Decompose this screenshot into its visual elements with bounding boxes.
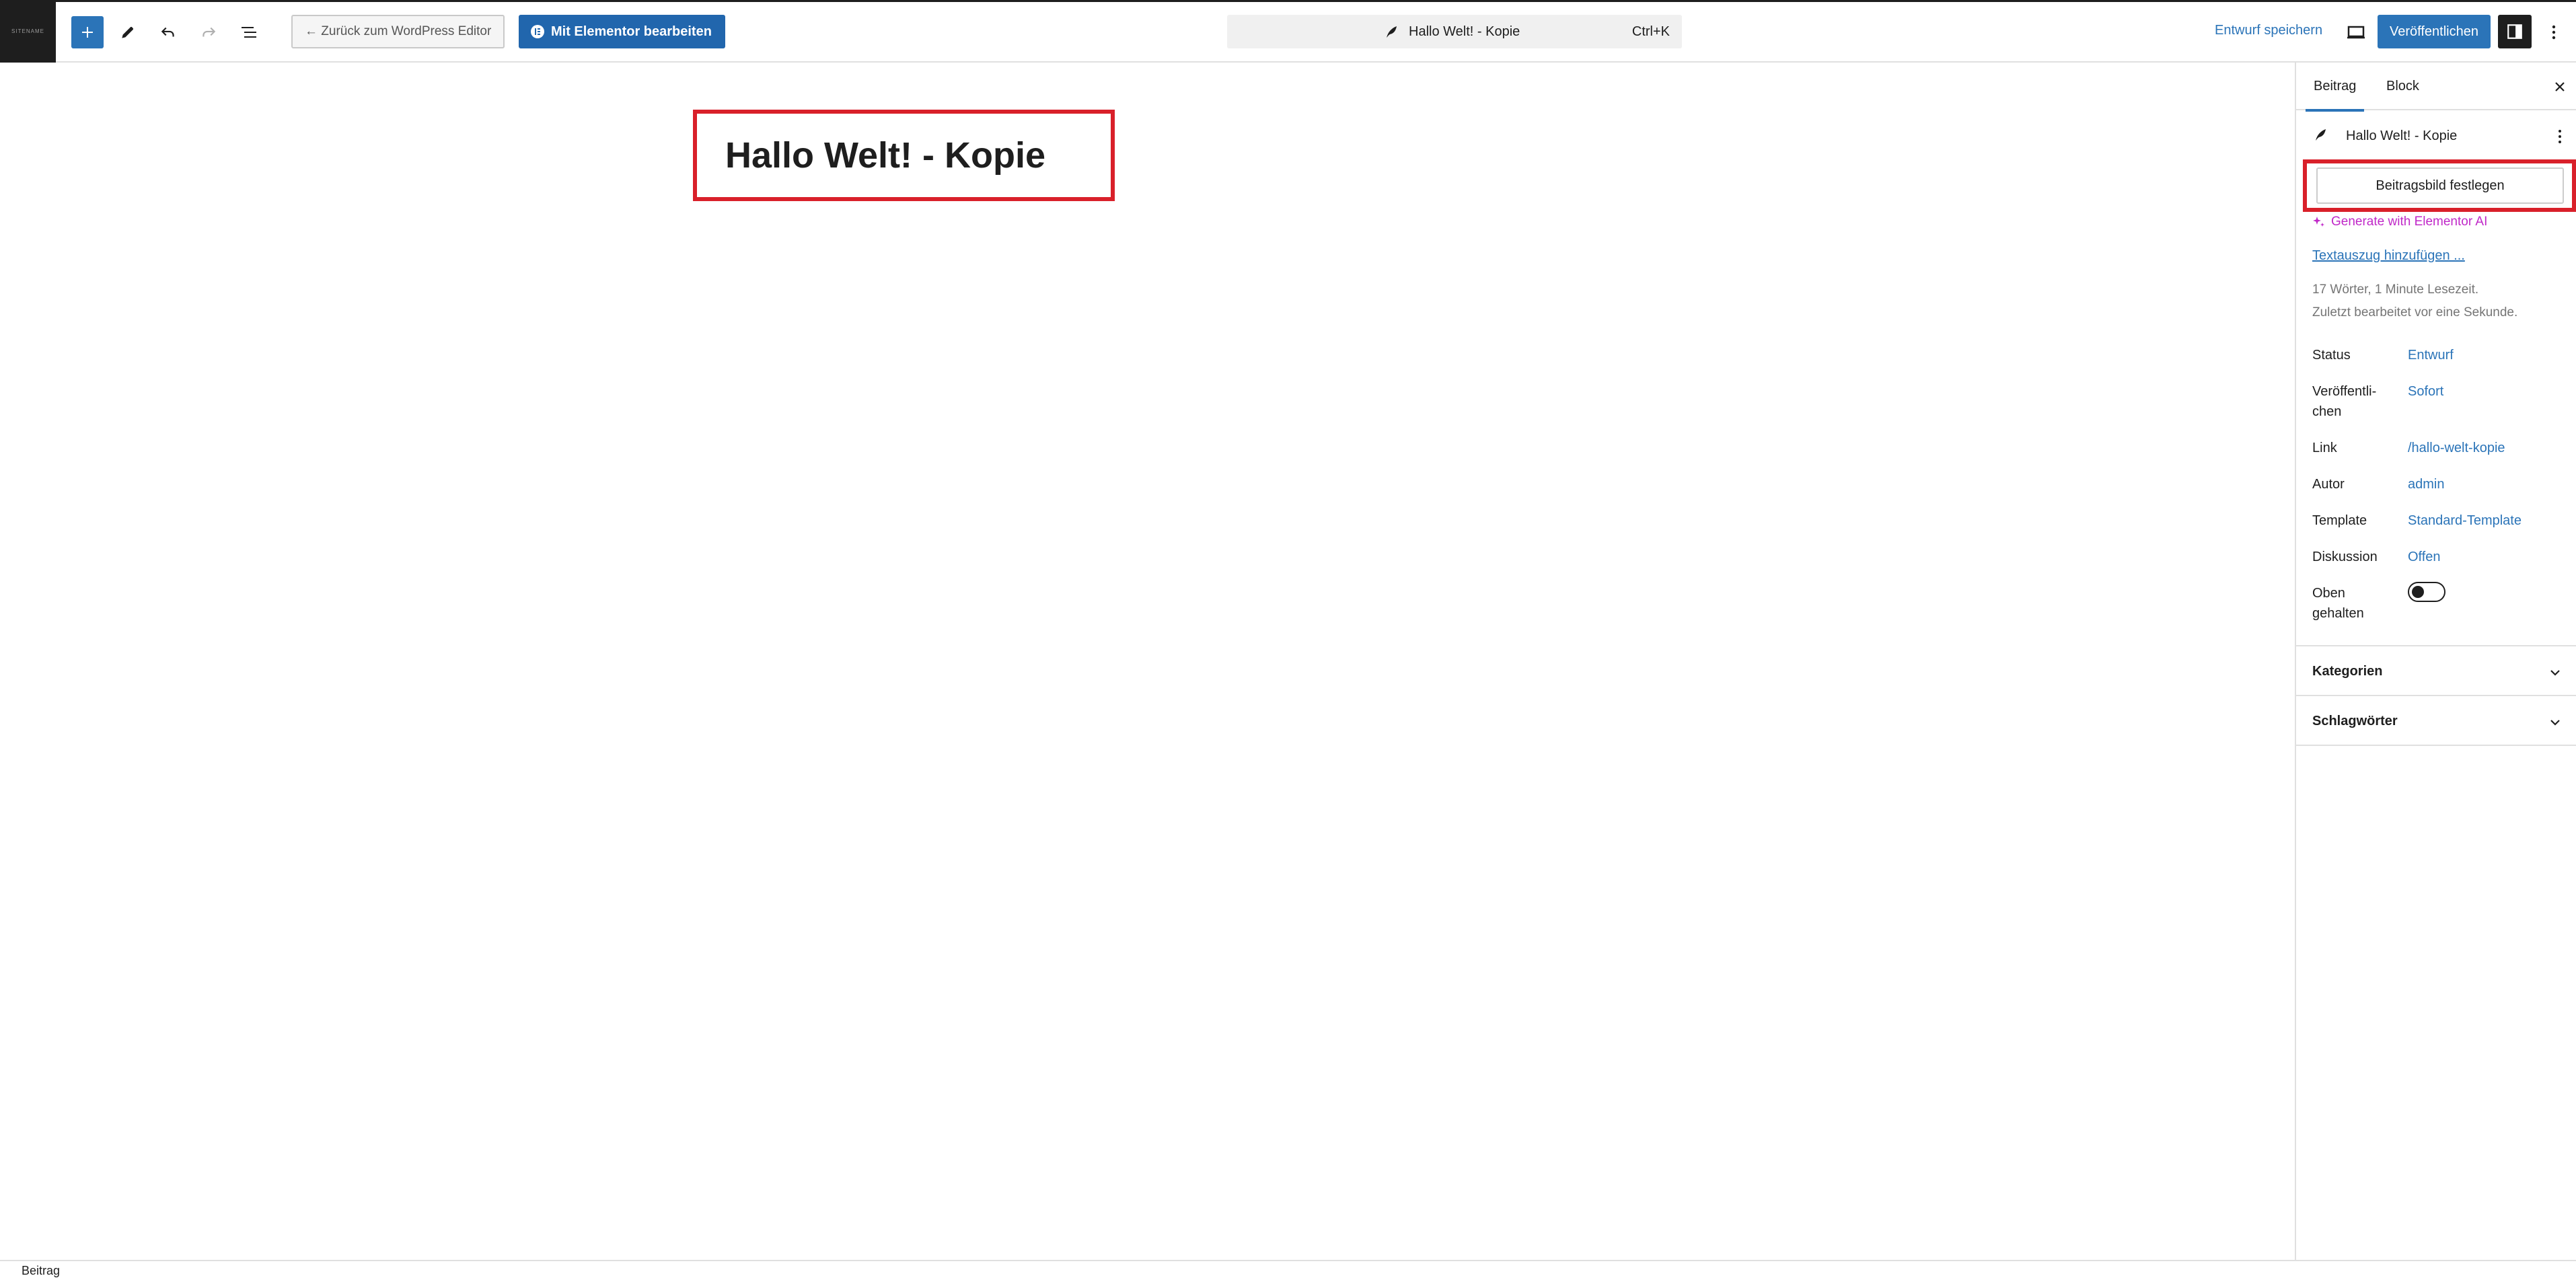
sidebar-tabs: Beitrag Block [2296,63,2576,112]
publish-button[interactable]: Veröffentlichen [2378,15,2491,48]
editor-canvas[interactable]: Hallo Welt! - Kopie [0,63,2295,1260]
desktop-icon [2347,26,2365,39]
settings-sidebar-toggle[interactable] [2498,15,2532,48]
site-logo[interactable]: SITENAME [0,0,56,63]
more-vertical-icon [2559,130,2561,143]
post-title-block[interactable]: Hallo Welt! - Kopie [693,110,1115,201]
document-overview-button[interactable] [233,16,265,48]
tab-block[interactable]: Block [2378,63,2427,110]
publish-date-label-line2: chen [2312,404,2342,419]
undo-button[interactable] [152,16,184,48]
list-view-icon [242,27,256,38]
panel-divider [2296,695,2576,696]
publish-date-value[interactable]: Sofort [2408,381,2443,402]
post-actions-button[interactable] [2548,124,2572,149]
block-breadcrumb-bar: Beitrag [0,1260,2576,1278]
categories-toggle[interactable] [2545,663,2565,683]
panel-divider [2296,745,2576,746]
add-block-button[interactable] [71,16,104,48]
status-label: Status [2312,348,2351,363]
categories-panel-header[interactable]: Kategorien [2312,664,2382,679]
sticky-toggle[interactable] [2408,582,2445,602]
tags-panel-header[interactable]: Schlagwörter [2312,714,2398,729]
edit-with-elementor-label: Mit Elementor bearbeiten [551,24,712,39]
link-value[interactable]: /hallo-welt-kopie [2408,438,2505,458]
options-menu-button[interactable] [2540,16,2567,48]
edit-with-elementor-button[interactable]: Mit Elementor bearbeiten [519,15,725,48]
more-vertical-icon [2552,25,2556,40]
last-edited: Zuletzt bearbeitet vor eine Sekunde. [2312,305,2518,320]
command-bar-title: Hallo Welt! - Kopie [1409,24,1520,39]
command-bar-shortcut: Ctrl+K [1631,24,1670,39]
editor-header: SITENAME ← Zurück zum WordPress Editor M… [0,0,2576,63]
redo-icon [203,27,216,37]
chevron-down-icon [2550,670,2560,676]
template-value[interactable]: Standard-Template [2408,511,2522,531]
back-to-wordpress-editor-button[interactable]: ← Zurück zum WordPress Editor [291,15,505,48]
redo-button[interactable] [192,16,225,48]
save-draft-button[interactable]: Entwurf speichern [2215,23,2322,38]
tools-button[interactable] [112,16,144,48]
sidebar-icon [2507,24,2522,39]
featured-image-highlight: Beitragsbild festlegen [2303,159,2576,212]
add-excerpt-link[interactable]: Textauszug hinzufügen ... [2312,248,2465,264]
elementor-icon [531,25,544,38]
discussion-label: Diskussion [2312,550,2378,564]
undo-icon [161,27,174,37]
author-label: Autor [2312,477,2345,492]
tab-post[interactable]: Beitrag [2306,63,2365,112]
tags-toggle[interactable] [2545,712,2565,732]
settings-sidebar: Beitrag Block Hallo Welt! - Kopie Beitra… [2295,63,2576,1260]
post-card-title: Hallo Welt! - Kopie [2346,128,2458,143]
pencil-icon [122,26,134,38]
author-value[interactable]: admin [2408,474,2444,494]
close-sidebar-button[interactable] [2549,76,2571,98]
chevron-down-icon [2550,720,2560,726]
link-label: Link [2312,441,2337,455]
ai-sparkle-icon [2313,217,2324,227]
command-palette-bar[interactable]: Hallo Welt! - Kopie Ctrl+K [1227,15,1682,48]
preview-button[interactable] [2340,16,2372,48]
sticky-label-line2: gehalten [2312,606,2364,621]
generate-with-elementor-ai-label: Generate with Elementor AI [2331,215,2488,229]
status-value[interactable]: Entwurf [2408,345,2454,365]
discussion-value[interactable]: Offen [2408,547,2441,567]
publish-date-label-line1: Veröffentli- [2312,384,2377,399]
template-label: Template [2312,513,2367,528]
panel-divider [2296,645,2576,646]
word-count: 17 Wörter, 1 Minute Lesezeit. [2312,283,2479,297]
generate-with-elementor-ai-link[interactable]: Generate with Elementor AI [2312,215,2487,229]
post-feather-icon [2316,129,2326,141]
set-featured-image-button[interactable]: Beitragsbild festlegen [2316,167,2564,204]
close-icon [2555,82,2565,91]
post-feather-icon [1387,26,1397,38]
breadcrumb-item[interactable]: Beitrag [22,1264,60,1278]
post-title[interactable]: Hallo Welt! - Kopie [725,135,1045,176]
sticky-label-line1: Oben [2312,586,2345,601]
plus-icon [82,27,93,38]
